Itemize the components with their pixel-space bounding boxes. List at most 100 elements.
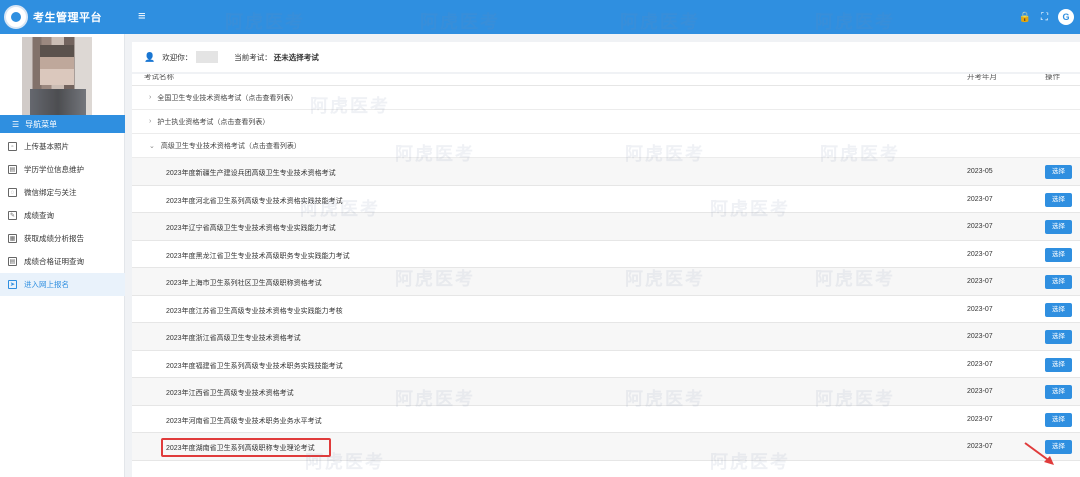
sidebar-item-online-registration[interactable]: ➤ 进入网上报名 xyxy=(0,273,125,296)
row-name: 2023年上海市卫生系列社区卫生高级职称资格考试 xyxy=(166,280,322,287)
current-exam-value: 还未选择考试 xyxy=(273,52,319,62)
top-icons: 🔒 ⛶ G xyxy=(1019,9,1074,25)
table-row: 2023年上海市卫生系列社区卫生高级职称资格考试 2023-07 选择 xyxy=(132,268,1080,296)
lock-icon[interactable]: 🔒 xyxy=(1019,12,1031,23)
user-icon: 👤 xyxy=(144,51,156,62)
menu-list-icon: ☰ xyxy=(12,119,20,129)
row-name: 2023年度河北省卫生系列高级专业技术资格实践技能考试 xyxy=(166,197,343,205)
sidebar-item-score-query[interactable]: ✎ 成绩查询 xyxy=(0,204,125,227)
sidebar-item-upload-photo[interactable]: ▫ 上传基本照片 xyxy=(0,135,125,158)
current-exam-label: 当前考试： xyxy=(234,52,272,62)
row-name: 2023年度黑龙江省卫生专业技术高级职务专业实践能力考试 xyxy=(166,252,350,260)
row-month: 2023-07 xyxy=(967,305,993,313)
row-name: 2023年度浙江省高级卫生专业技术资格考试 xyxy=(166,335,301,342)
column-header-month: 开考年月 xyxy=(967,74,997,81)
sidebar-item-label: 学历学位信息维护 xyxy=(24,165,84,174)
column-header-action: 操作 xyxy=(1045,74,1060,81)
row-month: 2023-07 xyxy=(967,278,993,285)
select-button[interactable]: 选择 xyxy=(1045,220,1072,234)
select-button[interactable]: 选择 xyxy=(1045,412,1072,427)
main-content: 👤 欢迎你： 当前考试： 还未选择考试 考试名称 开考年月 操作 › 全国卫生专业… xyxy=(125,34,1080,477)
group-nurse[interactable]: › 护士执业资格考试（点击查看列表） xyxy=(132,110,1080,134)
row-name: 2023年江西省卫生高级专业技术资格考试 xyxy=(166,390,294,397)
group-label: 护士执业资格考试（点击查看列表） xyxy=(157,118,270,126)
nav-header: ☰ 导航菜单 xyxy=(0,115,125,133)
select-button[interactable]: 选择 xyxy=(1045,247,1072,262)
row-month: 2023-07 xyxy=(967,388,993,395)
avatar-icon[interactable]: G xyxy=(1058,9,1074,25)
row-name: 2023年辽宁省高级卫生专业技术资格专业实践能力考试 xyxy=(166,225,336,232)
sidebar-item-label: 微信绑定与关注 xyxy=(24,188,77,197)
table-row: 2023年度浙江省高级卫生专业技术资格考试 2023-07 选择 xyxy=(132,323,1080,351)
greeting: 欢迎你： xyxy=(162,52,193,62)
table-row: 2023年辽宁省高级卫生专业技术资格专业实践能力考试 2023-07 选择 xyxy=(132,213,1080,241)
sidebar-item-score-report[interactable]: ▦ 获取成绩分析报告 xyxy=(0,227,125,250)
row-month: 2023-07 xyxy=(967,333,993,340)
app-title: 考生管理平台 xyxy=(33,12,102,24)
send-icon: ➤ xyxy=(8,280,17,289)
row-month: 2023-05 xyxy=(967,168,993,175)
select-button[interactable]: 选择 xyxy=(1045,165,1072,179)
fullscreen-icon[interactable]: ⛶ xyxy=(1041,12,1048,23)
table-row: 2023年江西省卫生高级专业技术资格考试 2023-07 选择 xyxy=(132,378,1080,406)
group-national[interactable]: › 全国卫生专业技术资格考试（点击查看列表） xyxy=(132,86,1080,110)
chevron-right-icon: › xyxy=(149,94,152,101)
select-button[interactable]: 选择 xyxy=(1045,330,1072,344)
user-name-redacted xyxy=(196,51,219,63)
column-header-name: 考试名称 xyxy=(144,74,174,81)
top-bar: 考生管理平台 ≡ 🔒 ⛶ G xyxy=(0,0,1080,34)
chevron-right-icon: › xyxy=(149,118,152,125)
nav-header-label: 导航菜单 xyxy=(25,119,58,129)
welcome-bar: 👤 欢迎你： 当前考试： 还未选择考试 xyxy=(132,42,1080,72)
group-senior[interactable]: ⌄ 高级卫生专业技术资格考试（点击查看列表） xyxy=(132,134,1080,158)
table-row: 2023年度江苏省卫生高级专业技术资格专业实践能力考核 2023-07 选择 xyxy=(132,296,1080,323)
wechat-icon: ◌ xyxy=(8,188,17,197)
row-month: 2023-07 xyxy=(967,195,993,203)
row-name: 2023年度江苏省卫生高级专业技术资格专业实践能力考核 xyxy=(166,307,343,315)
user-photo xyxy=(22,37,92,115)
doc-icon: ▤ xyxy=(8,257,17,266)
row-month: 2023-07 xyxy=(967,443,993,450)
select-button[interactable]: 选择 xyxy=(1045,302,1072,317)
table-row: 2023年度河北省卫生系列高级专业技术资格实践技能考试 2023-07 选择 xyxy=(132,186,1080,213)
sidebar-item-label: 获取成绩分析报告 xyxy=(24,234,84,243)
brand: 考生管理平台 xyxy=(0,0,125,34)
group-label: 高级卫生专业技术资格考试（点击查看列表） xyxy=(160,142,301,150)
sidebar-item-label: 上传基本照片 xyxy=(24,142,69,151)
table-row: 2023年度新疆生产建设兵团高级卫生专业技术资格考试 2023-05 选择 xyxy=(132,158,1080,186)
report-icon: ▦ xyxy=(8,234,17,243)
sidebar-item-certificate[interactable]: ▤ 成绩合格证明查询 xyxy=(0,250,125,273)
row-name: 2023年度福建省卫生系列高级专业技术职务实践技能考试 xyxy=(166,362,343,370)
select-button[interactable]: 选择 xyxy=(1045,440,1072,454)
row-month: 2023-07 xyxy=(967,250,993,258)
image-icon: ▫ xyxy=(8,142,17,151)
table-header: 考试名称 开考年月 操作 xyxy=(132,74,1080,86)
row-month: 2023-07 xyxy=(967,360,993,368)
sidebar-item-label: 成绩查询 xyxy=(24,211,54,220)
row-name: 2023年度湖南省卫生系列高级职称专业理论考试 xyxy=(166,445,315,452)
sidebar-item-wechat[interactable]: ◌ 微信绑定与关注 xyxy=(0,181,125,204)
sidebar: ☰ 导航菜单 ▫ 上传基本照片 ▤ 学历学位信息维护 ◌ 微信绑定与关注 ✎ 成绩查询 … xyxy=(0,34,125,477)
hamburger-icon[interactable]: ≡ xyxy=(138,9,146,23)
sidebar-item-education[interactable]: ▤ 学历学位信息维护 xyxy=(0,158,125,181)
select-button[interactable]: 选择 xyxy=(1045,275,1072,289)
row-month: 2023-07 xyxy=(967,415,993,423)
row-name: 2023年度新疆生产建设兵团高级卫生专业技术资格考试 xyxy=(166,170,336,177)
sidebar-item-label: 成绩合格证明查询 xyxy=(24,257,84,266)
logo xyxy=(4,5,28,29)
exam-table: 考试名称 开考年月 操作 › 全国卫生专业技术资格考试（点击查看列表） › 护士执业… xyxy=(132,74,1080,477)
select-button[interactable]: 选择 xyxy=(1045,192,1072,207)
row-name: 2023年河南省卫生高级专业技术职务业务水平考试 xyxy=(166,417,322,425)
sidebar-item-label: 进入网上报名 xyxy=(24,280,69,289)
doc-icon: ▤ xyxy=(8,165,17,174)
group-label: 全国卫生专业技术资格考试（点击查看列表） xyxy=(157,94,298,102)
chevron-down-icon: ⌄ xyxy=(149,142,155,150)
select-button[interactable]: 选择 xyxy=(1045,357,1072,372)
select-button[interactable]: 选择 xyxy=(1045,385,1072,399)
table-row: 2023年度黑龙江省卫生专业技术高级职务专业实践能力考试 2023-07 选择 xyxy=(132,241,1080,268)
table-row: 2023年河南省卫生高级专业技术职务业务水平考试 2023-07 选择 xyxy=(132,406,1080,433)
edit-icon: ✎ xyxy=(8,211,17,220)
table-row: 2023年度福建省卫生系列高级专业技术职务实践技能考试 2023-07 选择 xyxy=(132,351,1080,378)
row-month: 2023-07 xyxy=(967,223,993,230)
nav-list: ▫ 上传基本照片 ▤ 学历学位信息维护 ◌ 微信绑定与关注 ✎ 成绩查询 ▦ 获取成绩分析… xyxy=(0,135,125,296)
